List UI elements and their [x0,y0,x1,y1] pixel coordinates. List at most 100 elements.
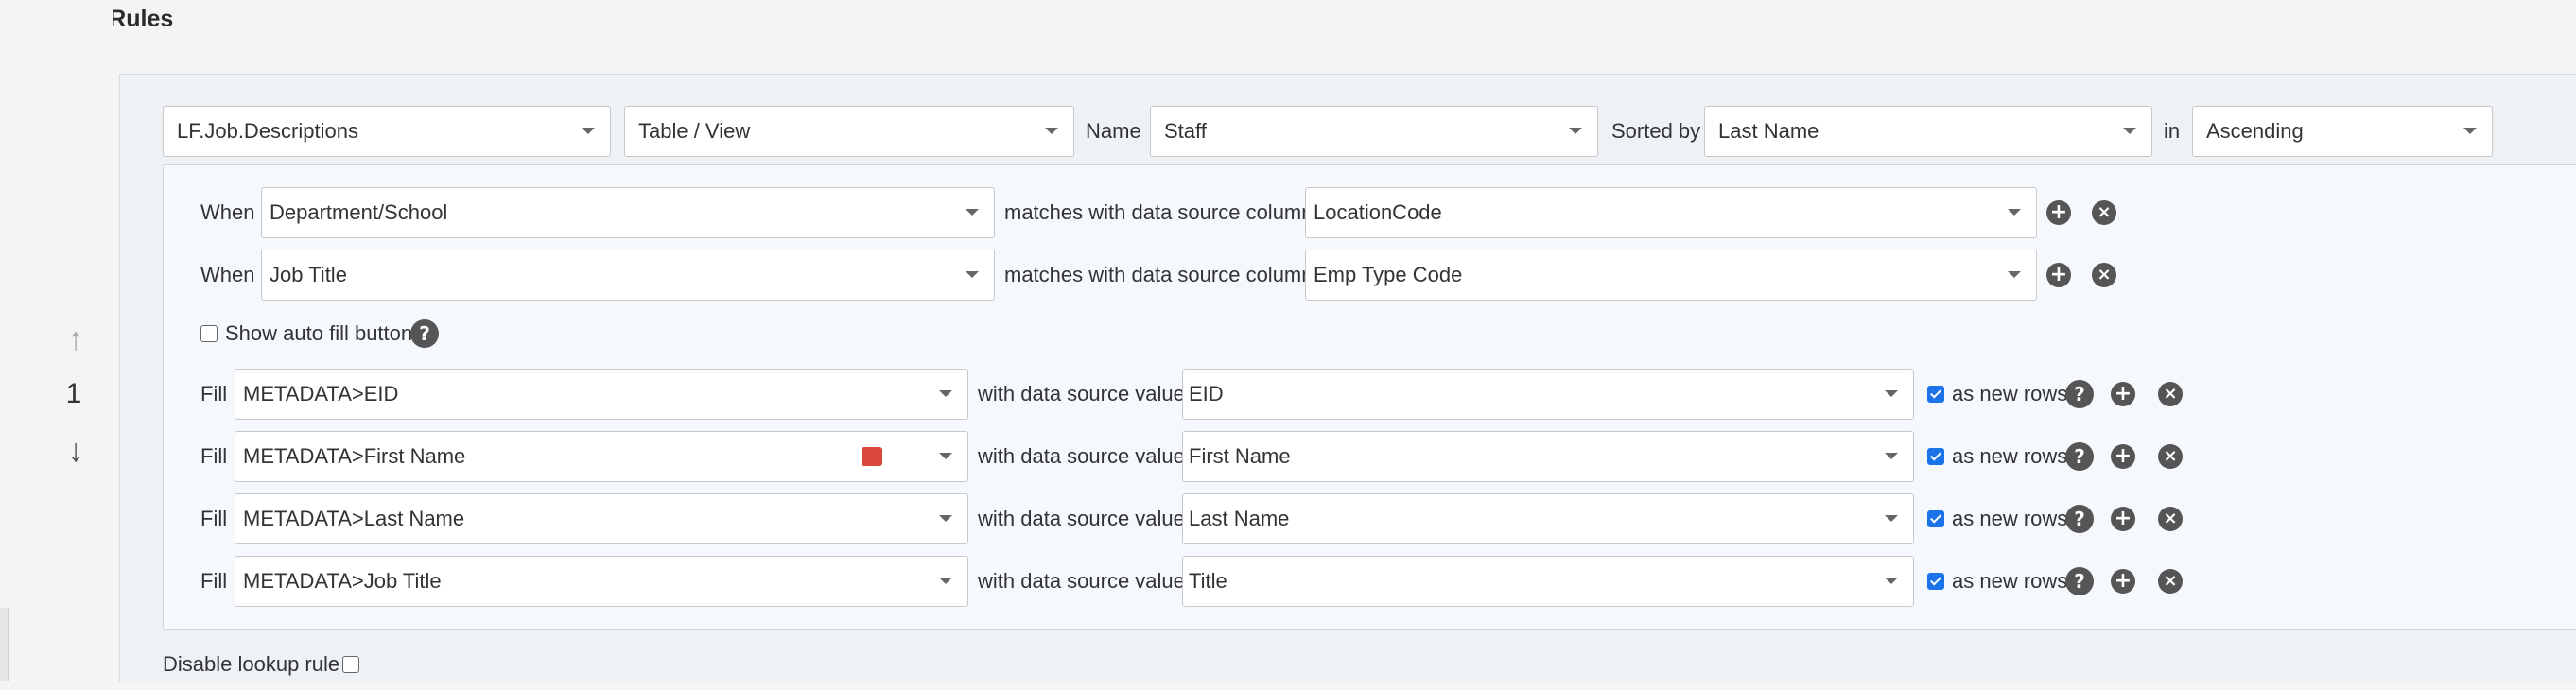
sorted-by-label: Sorted by [1611,119,1701,143]
condition-column-value: LocationCode [1314,200,1442,224]
fill-label: Fill [200,507,228,530]
remove-fill-button[interactable]: × [2158,569,2183,594]
fill-value-value: First Name [1189,444,1291,468]
help-icon[interactable]: ? [2065,567,2094,595]
as-new-rows-label: as new rows [1952,569,2068,593]
chevron-down-icon [1045,128,1058,134]
when-label: When [200,200,255,224]
as-new-rows-label: as new rows [1952,382,2068,405]
chevron-down-icon [939,515,952,522]
add-condition-button[interactable]: + [2046,263,2071,287]
when-label: When [200,263,255,286]
sorted-by-value: Last Name [1718,119,1819,143]
fill-label: Fill [200,382,228,405]
fill-field-value: METADATA>First Name [243,444,466,468]
disable-lookup-checkbox[interactable] [342,656,359,673]
condition-field-select[interactable]: Department/School [261,187,995,238]
fill-label: Fill [200,569,228,593]
with-value-label: with data source value [978,507,1185,530]
fill-label: Fill [200,444,228,468]
sort-order-select[interactable]: Ascending [2192,106,2493,157]
remove-condition-button[interactable]: × [2092,263,2116,287]
add-fill-button[interactable]: + [2111,569,2135,594]
fill-field-select[interactable]: METADATA>Job Title [235,556,968,607]
fill-field-select[interactable]: METADATA>First Name [235,431,968,482]
name-label: Name [1086,119,1141,143]
chevron-down-icon [2123,128,2136,134]
fill-value-value: Last Name [1189,507,1290,530]
chevron-down-icon [1885,578,1898,584]
add-condition-button[interactable]: + [2046,200,2071,225]
help-icon[interactable]: ? [410,319,439,348]
name-value: Staff [1164,119,1207,143]
fill-field-select[interactable]: METADATA>Last Name [235,493,968,544]
fill-value-value: EID [1189,382,1224,405]
fill-value-select[interactable]: First Name [1182,431,1914,482]
object-type-select[interactable]: Table / View [624,106,1074,157]
chevron-down-icon [1885,390,1898,397]
with-value-label: with data source value [978,444,1185,468]
chevron-down-icon [1885,515,1898,522]
chevron-down-icon [2463,128,2477,134]
remove-fill-button[interactable]: × [2158,382,2183,406]
add-fill-button[interactable]: + [2111,382,2135,406]
chevron-down-icon [1885,453,1898,459]
chevron-down-icon [966,209,979,216]
disable-lookup-label: Disable lookup rule [163,652,340,676]
insert-variable-icon[interactable] [862,444,882,481]
show-auto-fill-label: Show auto fill button [225,321,413,345]
condition-field-value: Department/School [270,200,448,224]
fill-value-select[interactable]: Title [1182,556,1914,607]
rule-index: 1 [65,378,82,409]
object-type-value: Table / View [638,119,751,143]
help-icon[interactable]: ? [2065,380,2094,408]
remove-condition-button[interactable]: × [2092,200,2116,225]
fill-field-value: METADATA>EID [243,382,399,405]
as-new-rows-label: as new rows [1952,444,2068,468]
in-label: in [2164,119,2181,143]
fill-field-value: METADATA>Last Name [243,507,465,530]
chevron-down-icon [2008,271,2021,278]
arrow-up-icon[interactable]: ↑ [57,323,95,355]
condition-field-value: Job Title [270,263,347,286]
as-new-rows-checkbox[interactable] [1927,386,1944,403]
as-new-rows-checkbox[interactable] [1927,573,1944,590]
condition-field-select[interactable]: Job Title [261,250,995,301]
show-auto-fill-checkbox[interactable] [200,325,218,342]
matches-label: matches with data source column [1004,263,1314,286]
data-source-row: LF.Job.Descriptions Table / View Name St… [0,0,2576,157]
connection-value: LF.Job.Descriptions [177,119,358,143]
fill-field-select[interactable]: METADATA>EID [235,369,968,420]
condition-column-value: Emp Type Code [1314,263,1463,286]
chevron-down-icon [966,271,979,278]
chevron-down-icon [939,390,952,397]
add-fill-button[interactable]: + [2111,507,2135,531]
fill-value-select[interactable]: EID [1182,369,1914,420]
name-select[interactable]: Staff [1150,106,1598,157]
sorted-by-select[interactable]: Last Name [1704,106,2152,157]
add-fill-button[interactable]: + [2111,444,2135,469]
as-new-rows-checkbox[interactable] [1927,448,1944,465]
chevron-down-icon [582,128,595,134]
arrow-down-icon[interactable]: ↓ [57,435,95,467]
help-icon[interactable]: ? [2065,442,2094,471]
condition-column-select[interactable]: LocationCode [1305,187,2037,238]
condition-column-select[interactable]: Emp Type Code [1305,250,2037,301]
as-new-rows-checkbox[interactable] [1927,510,1944,527]
with-value-label: with data source value [978,382,1185,405]
as-new-rows-label: as new rows [1952,507,2068,530]
remove-fill-button[interactable]: × [2158,444,2183,469]
rule-controls: ↑ 1 ↓ [0,0,113,608]
sort-order-value: Ascending [2206,119,2304,143]
help-icon[interactable]: ? [2065,505,2094,533]
chevron-down-icon [1569,128,1582,134]
fill-value-value: Title [1189,569,1227,593]
connection-select[interactable]: LF.Job.Descriptions [163,106,611,157]
chevron-down-icon [2008,209,2021,216]
remove-fill-button[interactable]: × [2158,507,2183,531]
chevron-down-icon [939,453,952,459]
fill-field-value: METADATA>Job Title [243,569,442,593]
with-value-label: with data source value [978,569,1185,593]
fill-value-select[interactable]: Last Name [1182,493,1914,544]
chevron-down-icon [939,578,952,584]
